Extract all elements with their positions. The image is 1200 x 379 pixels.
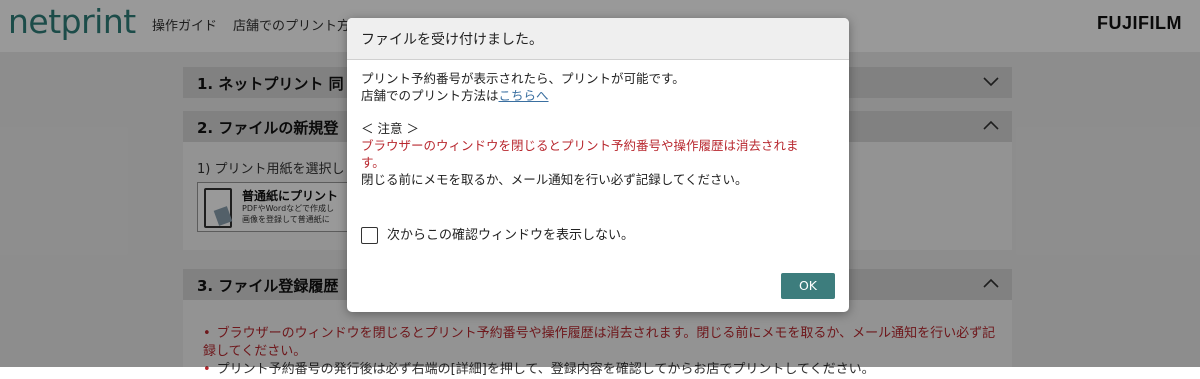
checkbox-label[interactable]: 次からこの確認ウィンドウを表示しない。 xyxy=(387,228,634,243)
caution-heading: ＜ 注意 ＞ xyxy=(361,121,419,136)
caution-warning-cont: す。 xyxy=(361,155,385,170)
caution-text: 閉じる前にメモを取るか、メール通知を行い必ず記録してください。 xyxy=(361,172,748,187)
dialog-message: プリント予約番号が表示されたら、プリントが可能です。 xyxy=(361,71,685,86)
ok-button[interactable]: OK xyxy=(781,273,835,299)
dialog-message-link-line: 店舗でのプリント方法はこちらへ xyxy=(361,88,549,103)
dialog-title: ファイルを受け付けました。 xyxy=(361,32,543,48)
caution-warning: ブラウザーのウィンドウを閉じるとプリント予約番号や操作履歴は消去されま xyxy=(361,138,799,153)
dialog-body: プリント予約番号が表示されたら、プリントが可能です。 店舗でのプリント方法はこち… xyxy=(361,70,841,188)
dialog-header: ファイルを受け付けました。 xyxy=(347,18,849,60)
dont-show-again-option[interactable]: 次からこの確認ウィンドウを表示しない。 xyxy=(361,224,634,244)
store-print-link[interactable]: こちらへ xyxy=(499,88,549,103)
confirmation-dialog: ファイルを受け付けました。 プリント予約番号が表示されたら、プリントが可能です。… xyxy=(347,18,849,312)
dont-show-again-checkbox[interactable] xyxy=(361,227,378,244)
